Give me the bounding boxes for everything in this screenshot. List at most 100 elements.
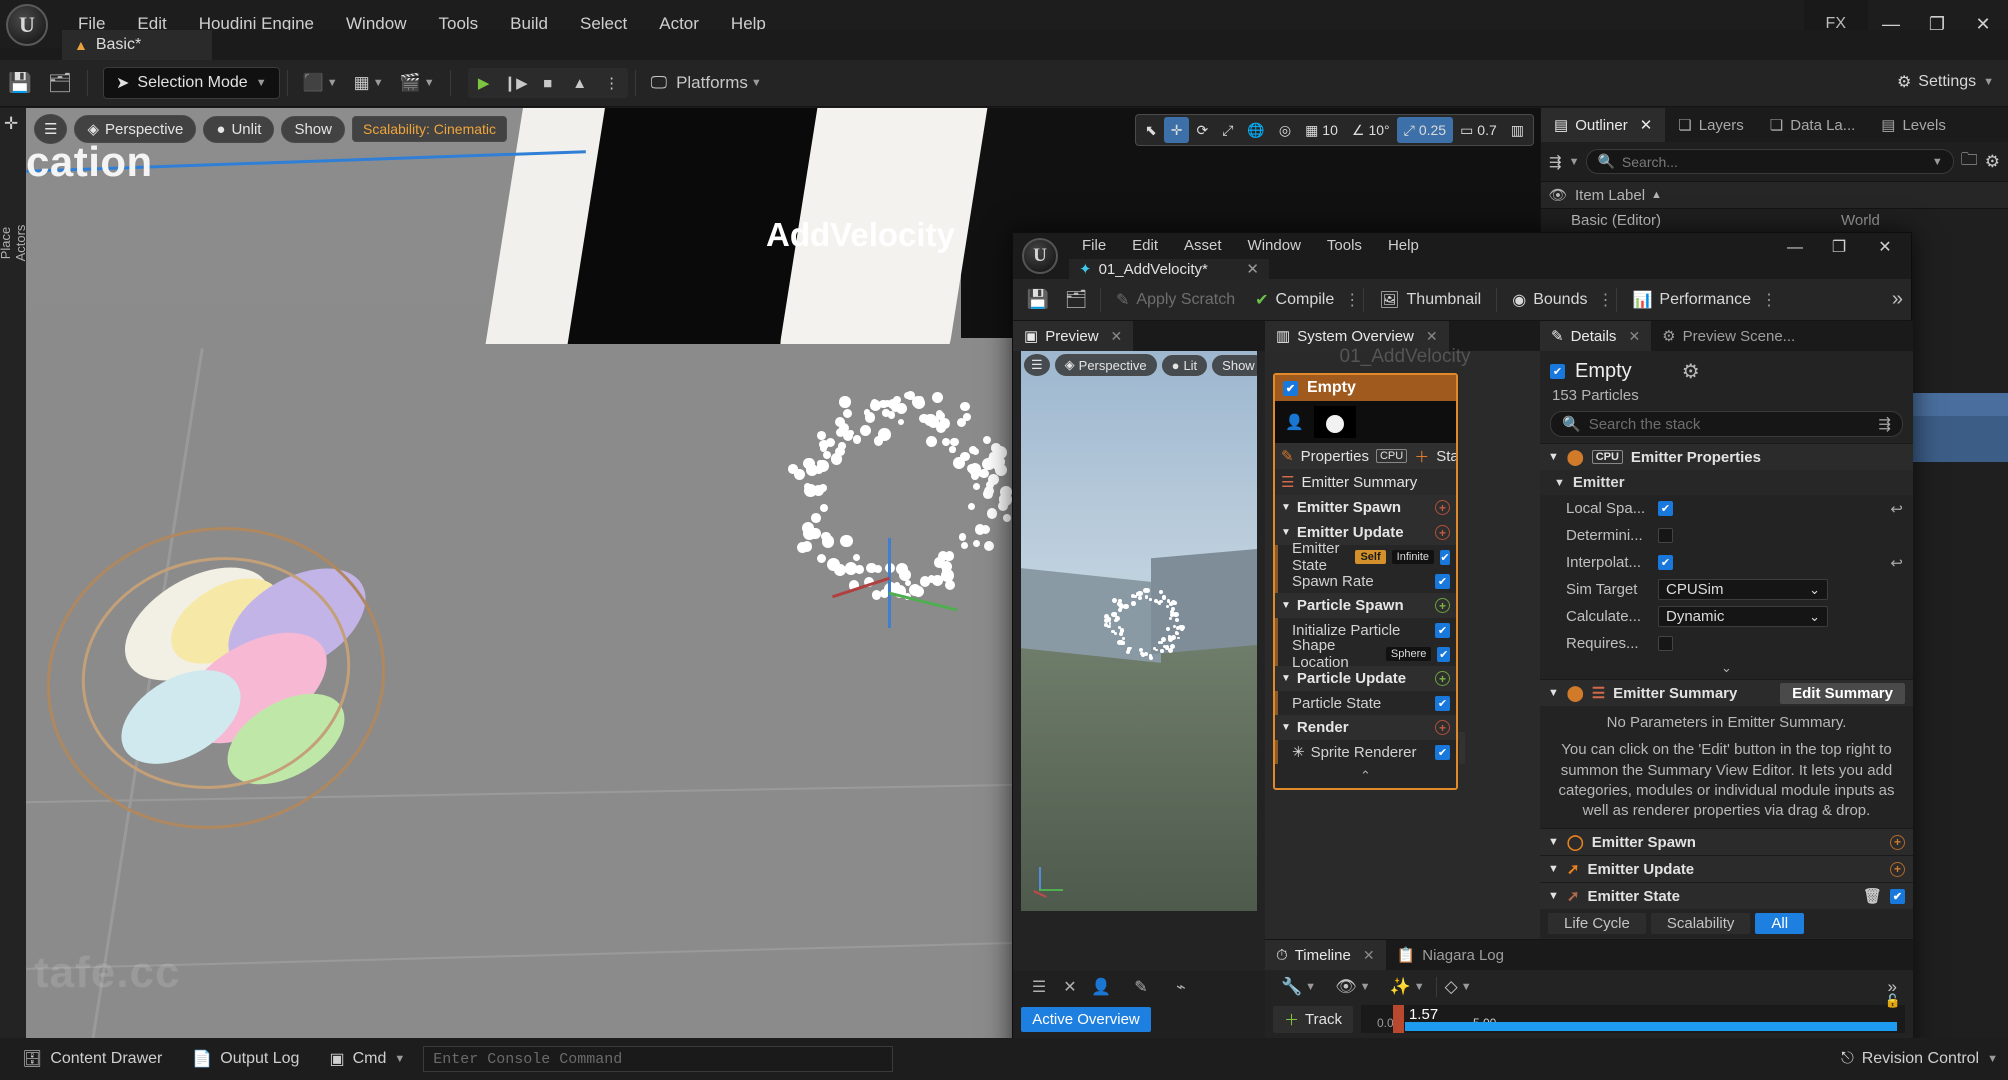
stack-group[interactable]: ▼ Particle Update +	[1275, 666, 1456, 691]
property-checkbox[interactable]: ✔	[1658, 555, 1673, 570]
filter-tab-all[interactable]: All	[1755, 913, 1804, 934]
chevron-down-icon[interactable]: ▼	[1281, 527, 1291, 538]
browse-icon[interactable]: 🗂	[40, 60, 80, 107]
save-icon[interactable]: 💾	[0, 60, 40, 107]
curve-icon[interactable]: ⌁	[1161, 971, 1201, 1003]
performance-options-button[interactable]: ⋮	[1761, 290, 1775, 310]
outliner-tab-layers[interactable]: ❏ Layers	[1665, 108, 1756, 142]
stop-button[interactable]: ■	[532, 68, 564, 98]
lock-icon[interactable]: 🔓	[1885, 993, 1901, 1009]
playhead[interactable]	[1393, 1005, 1404, 1033]
emitter-header[interactable]: ✔ Empty	[1275, 375, 1456, 401]
view-mode-button[interactable]: ● Unlit	[203, 116, 274, 143]
tab-details[interactable]: ✎ Details ✕	[1540, 321, 1651, 351]
module-enabled-checkbox[interactable]: ✔	[1440, 550, 1450, 565]
property-dropdown[interactable]: CPUSim ⌄	[1658, 579, 1828, 600]
reset-to-default-icon[interactable]: ↩	[1890, 554, 1903, 572]
timeline-bar[interactable]: 1.57 0.00 5.00 🔓	[1361, 1005, 1905, 1033]
minimize-button[interactable]: —	[1773, 233, 1817, 263]
edit-summary-button[interactable]: Edit Summary	[1780, 683, 1905, 704]
chevron-down-icon[interactable]: ▼	[1548, 451, 1559, 463]
add-module-icon[interactable]: +	[1435, 500, 1450, 515]
stack-module[interactable]: ✳ Sprite Renderer ✔	[1275, 740, 1456, 764]
close-icon[interactable]: ✕	[1111, 328, 1123, 345]
niagara-menu-item-edit[interactable]: Edit	[1119, 233, 1171, 259]
stack-search-input[interactable]: 🔍 Search the stack ⇶	[1550, 411, 1903, 437]
outliner-tab-outliner[interactable]: ▤ Outliner ✕	[1541, 108, 1665, 142]
maximize-button[interactable]: ❐	[1817, 233, 1861, 263]
niagara-menu-item-tools[interactable]: Tools	[1314, 233, 1375, 259]
apply-scratch-button[interactable]: ✎ Apply Scratch	[1106, 279, 1245, 321]
gear-icon[interactable]: ⚙	[1682, 359, 1700, 384]
stack-module[interactable]: Emitter State Self Infinite ✔	[1275, 545, 1456, 569]
add-module-icon[interactable]: +	[1435, 720, 1450, 735]
compile-button[interactable]: ✔ Compile	[1245, 279, 1344, 321]
property-dropdown[interactable]: Dynamic ⌄	[1658, 606, 1828, 627]
skip-button[interactable]: ❙▶	[500, 68, 532, 98]
module-enabled-checkbox[interactable]: ✔	[1435, 696, 1450, 711]
preview-show-button[interactable]: Show	[1212, 355, 1257, 376]
close-icon[interactable]: ✕	[1363, 947, 1375, 964]
emitter-properties-row[interactable]: ✎ Properties CPU ＋ Stage	[1275, 443, 1456, 469]
emitter-subgroup[interactable]: ▼ Emitter	[1540, 470, 1913, 495]
stack-module[interactable]: Spawn Rate ✔	[1275, 569, 1456, 593]
bounds-button[interactable]: ◉ Bounds	[1502, 279, 1597, 321]
save-icon[interactable]: 💾	[1019, 279, 1057, 321]
niagara-menu-bar[interactable]: File Edit Asset Window Tools Help	[1069, 233, 1432, 259]
close-icon[interactable]: ✕	[1628, 328, 1640, 345]
stack-module[interactable]: Particle State ✔	[1275, 691, 1456, 715]
filter-icon[interactable]: ⇶	[1878, 415, 1891, 433]
cmd-button[interactable]: ▣ Cmd ▼	[317, 1044, 417, 1074]
emitter-enabled-checkbox[interactable]: ✔	[1283, 381, 1298, 396]
edit-icon[interactable]: ✎	[1121, 971, 1161, 1003]
effects-menu-button[interactable]: ✨ ▼	[1382, 977, 1433, 997]
property-checkbox[interactable]	[1658, 636, 1673, 651]
close-button[interactable]: ✕	[1863, 233, 1907, 263]
delete-icon[interactable]: 🗑	[1863, 887, 1882, 905]
scale-snap-button[interactable]: ⤢ 0.25	[1397, 117, 1453, 143]
add-module-icon[interactable]: +	[1890, 862, 1905, 877]
close-icon[interactable]: ✕	[1246, 260, 1259, 278]
tab-preview-scene[interactable]: ⚙ Preview Scene...	[1651, 321, 1806, 351]
place-actors-rail[interactable]: ✛ Place Actors	[0, 108, 26, 1038]
stack-group[interactable]: ▼ Render +	[1275, 715, 1456, 740]
place-actors-icon[interactable]: ✛	[4, 114, 18, 134]
settings-button[interactable]: ⚙ Settings ▼	[1897, 72, 1994, 92]
keyframe-menu-button[interactable]: ◇ ▼	[1436, 977, 1480, 997]
niagara-menu-item-asset[interactable]: Asset	[1171, 233, 1235, 259]
surface-snap-button[interactable]: ◎	[1272, 117, 1298, 143]
grid-snap-button[interactable]: ▦ 10	[1298, 117, 1345, 143]
emitter-summary-row[interactable]: ☰ Emitter Summary	[1275, 469, 1456, 495]
rotate-tool-button[interactable]: ⟳	[1189, 117, 1215, 143]
outliner-tab-datala[interactable]: ❏ Data La...	[1757, 108, 1869, 142]
filter-tab-scalability[interactable]: Scalability	[1651, 913, 1751, 934]
niagara-menu-item-help[interactable]: Help	[1375, 233, 1432, 259]
show-menu-button[interactable]: Show	[281, 116, 345, 143]
platforms-button[interactable]: 🖵 Platforms ▼	[643, 60, 770, 107]
console-input[interactable]: Enter Console Command	[423, 1046, 893, 1072]
chevron-down-icon[interactable]: ▼	[1548, 836, 1559, 848]
perspective-button[interactable]: ◈ Perspective	[74, 115, 196, 143]
play-options-button[interactable]: ⋮	[596, 68, 628, 98]
chevron-down-icon[interactable]: ▼	[1281, 722, 1291, 733]
preview-viewport[interactable]: ☰ ◈ Perspective ● Lit Show	[1021, 351, 1257, 911]
chevron-down-icon[interactable]: ▼	[1281, 600, 1291, 611]
output-log-button[interactable]: 📄 Output Log	[180, 1044, 311, 1074]
performance-button[interactable]: 📊 Performance	[1622, 279, 1761, 321]
tab-timeline[interactable]: ⏱ Timeline ✕	[1265, 940, 1386, 970]
chevron-down-icon[interactable]: ▼	[1569, 156, 1580, 168]
compile-options-button[interactable]: ⋮	[1344, 290, 1358, 310]
select-tool-button[interactable]: ⬉	[1138, 117, 1164, 143]
add-stage-icon[interactable]: ＋	[1414, 446, 1429, 467]
emitter-state-checkbox[interactable]: ✔	[1890, 889, 1905, 904]
niagara-asset-tab[interactable]: ✦ 01_AddVelocity* ✕	[1069, 259, 1269, 279]
content-drawer-button[interactable]: 🗄 Content Drawer	[10, 1044, 174, 1074]
visibility-menu-button[interactable]: 👁 ▼	[1327, 977, 1378, 997]
gear-icon[interactable]: ⚙	[1985, 152, 2000, 172]
chevron-down-icon[interactable]: ▼	[1554, 477, 1565, 489]
tab-niagara-log[interactable]: 📋 Niagara Log	[1386, 940, 1515, 970]
project-tab[interactable]: ▲ Basic*	[62, 30, 212, 60]
add-module-icon[interactable]: +	[1435, 598, 1450, 613]
revision-control-button[interactable]: ⎋ Revision Control ▼	[1841, 1050, 1998, 1068]
details-enabled-checkbox[interactable]: ✔	[1550, 364, 1565, 379]
